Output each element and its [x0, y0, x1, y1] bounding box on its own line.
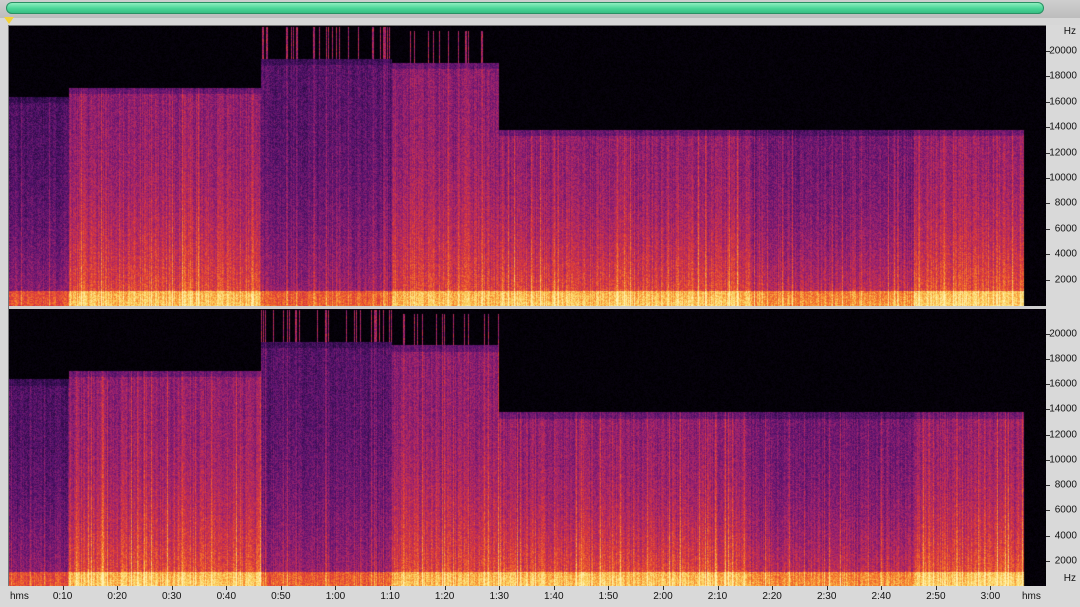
frequency-axis: Hz 20000 18000 16000 14000 12000 10000 8000 600…	[1046, 25, 1080, 586]
time-tick-label: 2:40	[871, 591, 891, 602]
frequency-tick-mark	[1046, 459, 1050, 461]
spectrogram-channel-2[interactable]	[9, 309, 1046, 587]
frequency-tick-mark	[1046, 359, 1050, 361]
frequency-tick-label: 16000	[1049, 378, 1077, 390]
time-tick-label: 1:20	[434, 591, 455, 602]
time-tick-mark	[499, 586, 501, 590]
time-tick-label: 0:10	[52, 591, 73, 602]
frequency-tick-label: 14000	[1049, 121, 1077, 133]
time-tick-mark	[444, 586, 446, 590]
time-tick-label: 1:10	[380, 591, 400, 602]
frequency-tick-mark	[1046, 560, 1050, 562]
time-tick-mark	[226, 586, 228, 590]
frequency-tick-label: 10000	[1049, 454, 1077, 466]
time-tick-mark	[608, 586, 610, 590]
time-tick-mark	[826, 586, 828, 590]
frequency-tick-label: 6000	[1054, 223, 1077, 235]
frequency-tick-label: 12000	[1049, 429, 1077, 441]
frequency-tick-mark	[1046, 127, 1050, 129]
frequency-tick-mark	[1046, 485, 1050, 487]
time-tick-label: 1:00	[325, 591, 346, 602]
frequency-tick-mark	[1046, 152, 1050, 154]
frequency-tick-mark	[1046, 535, 1050, 537]
frequency-tick-label: 18000	[1049, 70, 1077, 82]
frequency-unit-top: Hz	[1063, 26, 1076, 37]
frequency-tick-mark	[1046, 203, 1050, 205]
spectrogram-canvas-2	[9, 309, 1046, 587]
time-tick-label: 1:40	[544, 591, 564, 602]
frequency-tick-mark	[1046, 254, 1050, 256]
time-tick-mark	[62, 586, 64, 590]
time-tick-mark	[553, 586, 555, 590]
time-tick-label: 1:50	[598, 591, 619, 602]
time-tick-mark	[772, 586, 774, 590]
frequency-tick-mark	[1046, 384, 1050, 386]
time-tick-label: 0:50	[271, 591, 291, 602]
time-tick-label: 2:30	[816, 591, 837, 602]
time-tick-mark	[171, 586, 173, 590]
time-tick-mark	[935, 586, 937, 590]
time-tick-mark	[881, 586, 883, 590]
time-tick-label: 1:30	[489, 591, 509, 602]
time-tick-mark	[117, 586, 119, 590]
frequency-tick-label: 8000	[1054, 197, 1077, 209]
frequency-tick-label: 16000	[1049, 96, 1077, 108]
time-tick-label: 0:20	[107, 591, 127, 602]
frequency-tick-mark	[1046, 409, 1050, 411]
frequency-tick-mark	[1046, 279, 1050, 281]
time-unit-left: hms	[10, 591, 29, 602]
frequency-tick-mark	[1046, 333, 1050, 335]
time-unit-right: hms	[1022, 591, 1041, 602]
time-tick-label: 3:00	[980, 591, 1001, 602]
time-tick-label: 2:50	[926, 591, 946, 602]
frequency-unit-bottom: Hz	[1063, 573, 1076, 584]
frequency-tick-label: 10000	[1049, 172, 1077, 184]
frequency-tick-mark	[1046, 434, 1050, 436]
frequency-tick-mark	[1046, 76, 1050, 78]
time-tick-label: 2:10	[707, 591, 728, 602]
frequency-tick-label: 2000	[1054, 555, 1077, 567]
spectrogram-canvas-1	[9, 26, 1046, 306]
overview-scrollbar-thumb[interactable]	[6, 2, 1044, 14]
frequency-tick-label: 8000	[1054, 479, 1077, 491]
spectrogram-view[interactable]	[8, 25, 1047, 588]
frequency-tick-label: 4000	[1054, 530, 1077, 542]
time-tick-mark	[717, 586, 719, 590]
time-axis: hms 0:10 0:20 0:30 0:40 0:50 1:00 1:10 1:20 1:30…	[0, 586, 1080, 607]
time-tick-mark	[662, 586, 664, 590]
frequency-tick-label: 6000	[1054, 504, 1077, 516]
frequency-tick-mark	[1046, 510, 1050, 512]
time-tick-label: 2:00	[653, 591, 673, 602]
frequency-tick-label: 14000	[1049, 403, 1077, 415]
overview-bar	[0, 0, 1080, 18]
frequency-tick-mark	[1046, 101, 1050, 103]
frequency-tick-label: 20000	[1049, 45, 1077, 57]
frequency-tick-mark	[1046, 228, 1050, 230]
frequency-tick-label: 4000	[1054, 248, 1077, 260]
frequency-tick-mark	[1046, 51, 1050, 53]
time-tick-mark	[990, 586, 992, 590]
frequency-tick-label: 18000	[1049, 353, 1077, 365]
playhead-marker-icon[interactable]	[4, 17, 14, 24]
time-tick-mark	[335, 586, 337, 590]
frequency-tick-label: 2000	[1054, 274, 1077, 286]
time-tick-label: 0:30	[162, 591, 182, 602]
time-tick-label: 0:40	[216, 591, 237, 602]
time-tick-mark	[390, 586, 392, 590]
time-tick-mark	[280, 586, 282, 590]
frequency-tick-label: 12000	[1049, 147, 1077, 159]
frequency-tick-label: 20000	[1049, 328, 1077, 340]
time-tick-label: 2:20	[762, 591, 782, 602]
frequency-tick-mark	[1046, 178, 1050, 180]
spectrogram-channel-1[interactable]	[9, 26, 1046, 306]
